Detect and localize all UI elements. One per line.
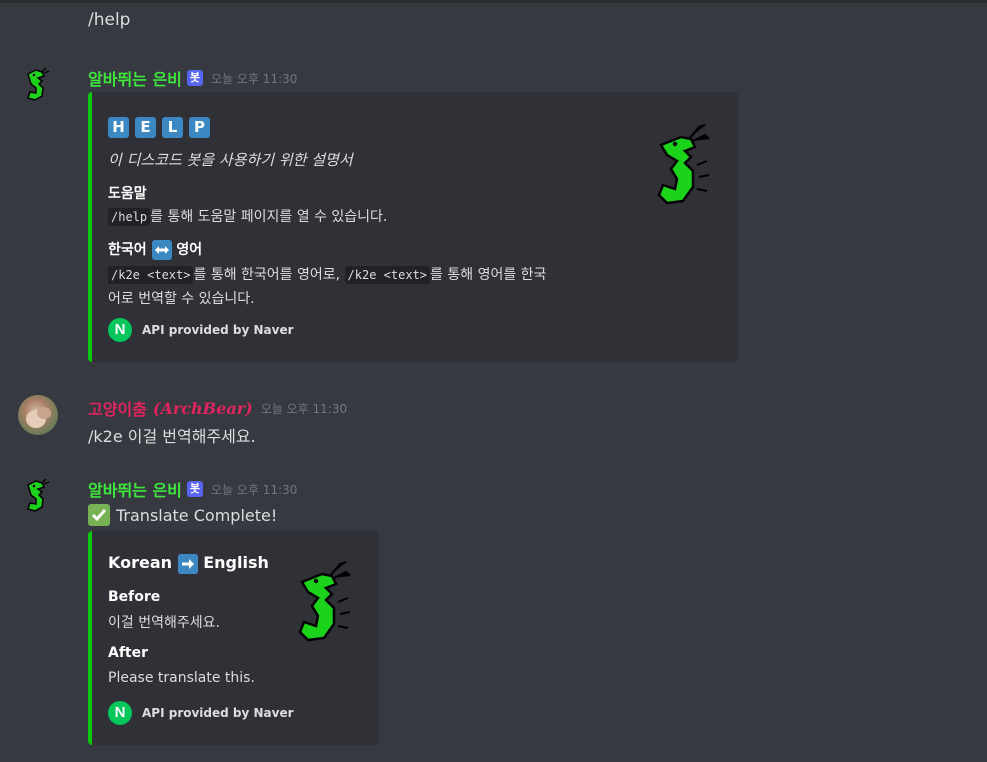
message-text: Translate Complete! bbox=[116, 505, 278, 525]
embed-title: Korean English bbox=[108, 553, 269, 574]
bot-badge: 봇 bbox=[186, 70, 204, 86]
field-name-left: 한국어 bbox=[108, 242, 147, 258]
footer-text: API provided by Naver bbox=[142, 323, 294, 337]
field-value-translate-line1: /k2e <text> 를 통해 한국어를 영어로, /k2e <text> 를 통… bbox=[108, 264, 546, 284]
title-left: Korean bbox=[108, 553, 173, 572]
field-text: 를 통해 도움말 페이지를 열 수 있습니다. bbox=[150, 209, 388, 225]
field-value-before: 이걸 번역해주세요. bbox=[108, 615, 220, 631]
field-name-after: After bbox=[108, 645, 149, 661]
letter-tile-l: L bbox=[162, 117, 183, 138]
bot-username[interactable]: 알바뛰는 은비 bbox=[88, 477, 182, 501]
bot-badge: 봇 bbox=[186, 481, 204, 497]
embed-footer: N API provided by Naver bbox=[108, 318, 294, 342]
naver-icon: N bbox=[108, 701, 132, 725]
embed-title: HELP bbox=[108, 117, 216, 138]
dragon-icon bbox=[27, 67, 50, 101]
bot-avatar[interactable] bbox=[18, 66, 58, 106]
inline-code: /help bbox=[108, 208, 151, 226]
field-name-help: 도움말 bbox=[108, 186, 147, 202]
field-name-right: 영어 bbox=[176, 242, 203, 258]
help-embed: HELP 이 디스코드 봇을 사용하기 위한 설명서 도움말 /help 를 통해… bbox=[88, 92, 738, 362]
message-header: 고양이춤 (ArchBear) 오늘 오후 11:30 bbox=[88, 396, 347, 420]
field-text: 를 통해 영어를 한국 bbox=[430, 267, 547, 283]
inline-code: /k2e <text> bbox=[108, 266, 194, 284]
dragon-icon bbox=[27, 478, 50, 512]
dragon-thumbnail-icon bbox=[657, 124, 710, 205]
dragon-thumbnail-icon bbox=[298, 561, 351, 642]
bot-username[interactable]: 알바뛰는 은비 bbox=[88, 66, 182, 90]
bot-avatar[interactable] bbox=[18, 477, 58, 517]
timestamp: 오늘 오후 11:30 bbox=[260, 401, 348, 416]
left-right-arrow-icon bbox=[151, 240, 172, 260]
message-text: /k2e 이걸 번역해주세요. bbox=[88, 427, 256, 446]
message-header: 알바뛰는 은비 봇 오늘 오후 11:30 bbox=[88, 66, 297, 90]
check-mark-icon bbox=[88, 504, 110, 526]
message-text-line: Translate Complete! bbox=[88, 504, 277, 526]
field-value-after: Please translate this. bbox=[108, 670, 255, 686]
cat-photo-icon bbox=[26, 407, 51, 428]
letter-tile-e: E bbox=[135, 117, 156, 138]
footer-text: API provided by Naver bbox=[142, 706, 294, 720]
title-right: English bbox=[203, 553, 269, 572]
user-username[interactable]: 고양이춤 bbox=[88, 396, 147, 420]
naver-icon: N bbox=[108, 318, 132, 342]
field-text: 를 통해 한국어를 영어로, bbox=[193, 267, 341, 283]
message-header: 알바뛰는 은비 봇 오늘 오후 11:30 bbox=[88, 477, 297, 501]
embed-footer: N API provided by Naver bbox=[108, 701, 294, 725]
timestamp: 오늘 오후 11:30 bbox=[211, 482, 298, 497]
user-nickname[interactable]: (ArchBear) bbox=[153, 399, 253, 418]
user-avatar[interactable] bbox=[18, 395, 58, 435]
field-value-help: /help 를 통해 도움말 페이지를 열 수 있습니다. bbox=[108, 206, 387, 226]
inline-code: /k2e <text> bbox=[344, 266, 431, 284]
top-divider bbox=[0, 0, 987, 3]
letter-tile-h: H bbox=[108, 117, 129, 138]
right-arrow-icon bbox=[177, 553, 198, 574]
field-name-before: Before bbox=[108, 589, 161, 605]
translate-embed: Korean English Before 이걸 번역해주세요. After P… bbox=[88, 531, 379, 745]
embed-description: 이 디스코드 봇을 사용하기 위한 설명서 bbox=[108, 151, 353, 169]
message-text: /help bbox=[88, 10, 131, 30]
timestamp: 오늘 오후 11:30 bbox=[211, 71, 298, 86]
field-value-translate-line2: 어로 번역할 수 있습니다. bbox=[108, 291, 255, 307]
letter-tile-p: P bbox=[189, 117, 210, 138]
field-name-translate: 한국어 영어 bbox=[108, 239, 202, 260]
